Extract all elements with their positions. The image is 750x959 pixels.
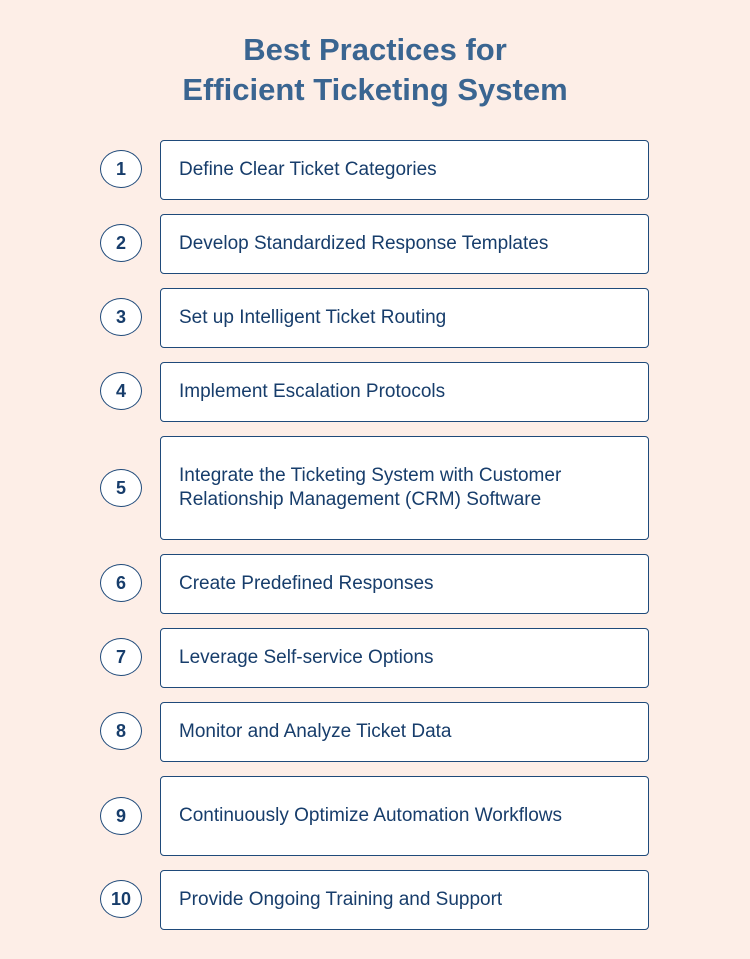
item-text-box: Leverage Self-service Options — [160, 628, 649, 688]
item-number-badge: 2 — [100, 224, 142, 262]
item-text-box: Implement Escalation Protocols — [160, 362, 649, 422]
item-text-box: Monitor and Analyze Ticket Data — [160, 702, 649, 762]
title-line-1: Best Practices for — [243, 32, 507, 67]
item-text-box: Define Clear Ticket Categories — [160, 140, 649, 200]
item-text-box: Create Predefined Responses — [160, 554, 649, 614]
item-number-badge: 8 — [100, 712, 142, 750]
item-number-badge: 4 — [100, 372, 142, 410]
item-number-badge: 7 — [100, 638, 142, 676]
item-number-badge: 1 — [100, 150, 142, 188]
item-number-badge: 6 — [100, 564, 142, 602]
item-text-box: Integrate the Ticketing System with Cust… — [160, 436, 649, 540]
item-text-box: Continuously Optimize Automation Workflo… — [160, 776, 649, 856]
item-text-box: Set up Intelligent Ticket Routing — [160, 288, 649, 348]
title-line-2: Efficient Ticketing System — [182, 72, 568, 107]
page-title: Best Practices for Efficient Ticketing S… — [0, 30, 750, 110]
item-text-box: Develop Standardized Response Templates — [160, 214, 649, 274]
item-text-box: Provide Ongoing Training and Support — [160, 870, 649, 930]
item-number-badge: 3 — [100, 298, 142, 336]
item-number-badge: 9 — [100, 797, 142, 835]
item-number-badge: 10 — [100, 880, 142, 918]
item-number-badge: 5 — [100, 469, 142, 507]
